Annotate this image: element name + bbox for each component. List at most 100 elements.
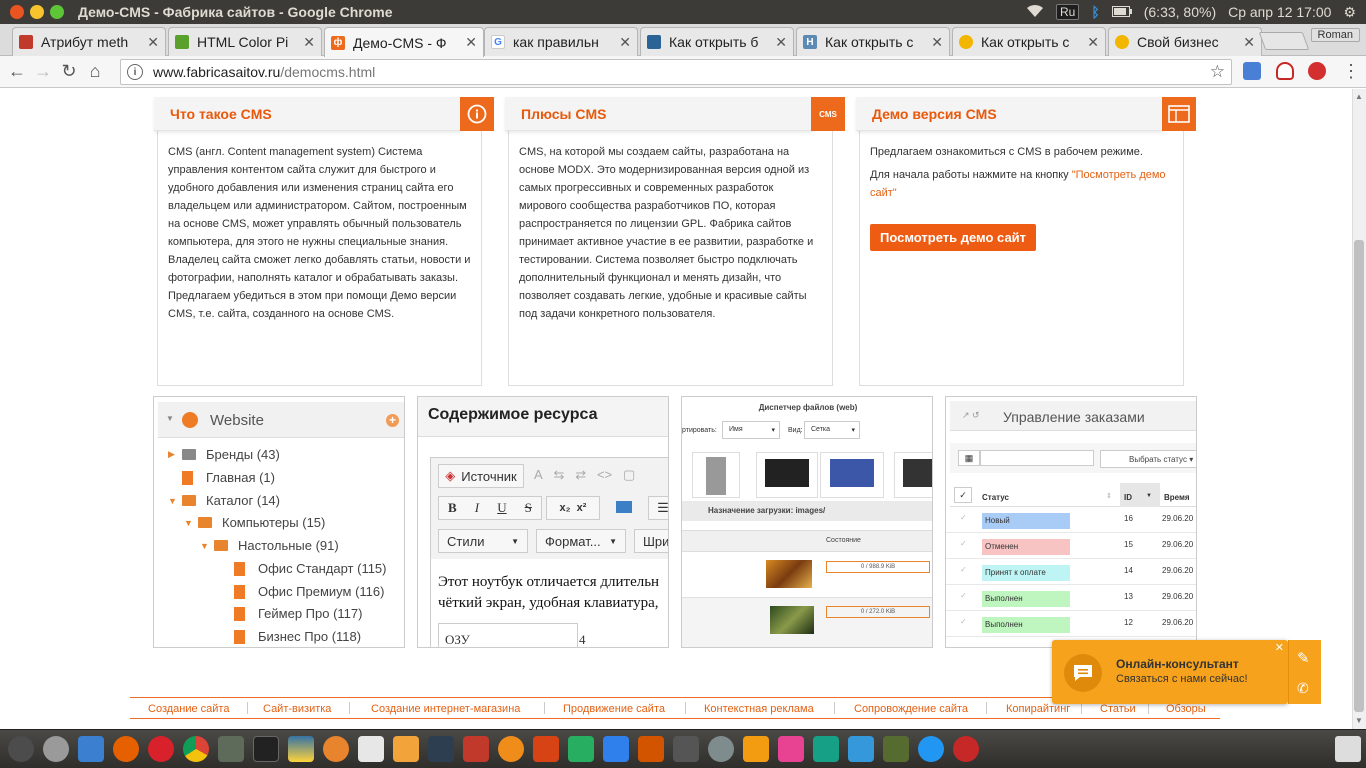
footer-link[interactable]: Обзоры <box>1166 703 1206 715</box>
upload-icon[interactable] <box>953 736 979 762</box>
upload-destination: Назначение загрузки: images/ <box>708 506 826 515</box>
blender-icon[interactable] <box>498 736 524 762</box>
footer-link[interactable]: Сопровождение сайта <box>854 703 968 715</box>
calc-icon[interactable] <box>568 736 594 762</box>
bookmark-star-icon[interactable]: ☆ <box>1210 62 1225 82</box>
address-bar[interactable]: i www.fabricasaitov.ru /democms.html ☆ <box>120 59 1232 85</box>
footer-link[interactable]: Контекстная реклама <box>704 703 814 715</box>
settings-icon[interactable] <box>43 736 69 762</box>
tree-item: ▼ Каталог (14) <box>168 493 280 508</box>
clock[interactable]: Ср апр 12 17:00 <box>1228 4 1331 20</box>
tab-favicon <box>959 35 973 49</box>
download-icon[interactable] <box>918 736 944 762</box>
firefox-icon[interactable] <box>113 736 139 762</box>
wifi-icon[interactable] <box>1026 4 1044 21</box>
footer-link[interactable]: Создание сайта <box>148 703 229 715</box>
translate-extension-icon[interactable] <box>1243 62 1261 80</box>
tab-5[interactable]: Как открыть б ✕ <box>640 27 794 56</box>
tab-title: Атрибут meth <box>41 34 129 50</box>
footer-link[interactable]: Копирайтинг <box>1006 703 1070 715</box>
profile-button[interactable]: Roman <box>1310 28 1360 42</box>
battery-icon[interactable] <box>1111 4 1132 20</box>
close-tab-icon[interactable]: ✕ <box>619 34 631 51</box>
document-icon[interactable] <box>358 736 384 762</box>
demo-link[interactable]: "Посмотреть демо <box>1072 169 1166 181</box>
reload-icon[interactable]: ↻ <box>56 61 82 82</box>
tab-3-active[interactable]: ф Демо-CMS - Ф ✕ <box>324 27 484 57</box>
thumb-laptop <box>820 452 884 498</box>
archive-icon[interactable] <box>743 736 769 762</box>
impress-icon[interactable] <box>638 736 664 762</box>
finder-icon[interactable] <box>78 736 104 762</box>
image-viewer-icon[interactable] <box>813 736 839 762</box>
bluetooth-icon[interactable]: ᛒ <box>1091 4 1099 20</box>
close-tab-icon[interactable]: ✕ <box>1243 34 1255 51</box>
tab-6[interactable]: H Как открыть с ✕ <box>796 27 950 56</box>
footer-link[interactable]: Статьи <box>1100 703 1136 715</box>
shield-extension-icon[interactable] <box>1276 62 1294 80</box>
close-tab-icon[interactable]: ✕ <box>147 34 159 51</box>
calculator-icon[interactable] <box>673 736 699 762</box>
tab-4[interactable]: G как правильн ✕ <box>484 27 638 56</box>
system-tray: Ru ᛒ (6:33, 80%) Ср апр 12 17:00 ⚙ <box>1026 0 1356 24</box>
home-icon[interactable]: ⌂ <box>82 61 108 82</box>
forward-arrow-icon[interactable]: → <box>30 61 56 82</box>
minimize-window-button[interactable] <box>30 5 44 19</box>
tab-favicon <box>1115 35 1129 49</box>
trash-icon[interactable] <box>1335 736 1361 762</box>
close-tab-icon[interactable]: ✕ <box>465 34 477 51</box>
gear-pink-icon[interactable] <box>778 736 804 762</box>
power-gear-icon[interactable]: ⚙ <box>1343 4 1356 21</box>
writer-icon[interactable] <box>603 736 629 762</box>
site-info-icon[interactable]: i <box>127 64 143 80</box>
write-message-icon[interactable]: ✎ <box>1297 649 1310 667</box>
close-tab-icon[interactable]: ✕ <box>775 34 787 51</box>
scrollbar-thumb[interactable] <box>1354 240 1364 712</box>
opera-icon[interactable] <box>148 736 174 762</box>
tab-8[interactable]: Свой бизнес ✕ <box>1108 27 1262 56</box>
maximize-window-button[interactable] <box>50 5 64 19</box>
close-tab-icon[interactable]: ✕ <box>931 34 943 51</box>
upload-thumb <box>770 606 814 634</box>
footer-link[interactable]: Сайт-визитка <box>263 703 331 715</box>
styles-select: Стили ▼ <box>438 529 528 553</box>
shell-icon[interactable] <box>393 736 419 762</box>
close-icon[interactable]: ✕ <box>1275 641 1284 654</box>
tab-2[interactable]: HTML Color Pi ✕ <box>168 27 322 56</box>
close-window-button[interactable] <box>10 5 24 19</box>
scroll-down-icon[interactable]: ▼ <box>1355 716 1363 725</box>
system-settings-icon[interactable] <box>708 736 734 762</box>
chrome-icon[interactable] <box>183 736 209 762</box>
tab-7[interactable]: Как открыть с ✕ <box>952 27 1106 56</box>
footer-link[interactable]: Создание интернет-магазина <box>371 703 520 715</box>
python-icon[interactable] <box>288 736 314 762</box>
close-tab-icon[interactable]: ✕ <box>1087 34 1099 51</box>
adblock-extension-icon[interactable] <box>1308 62 1326 80</box>
battery-status[interactable]: (6:33, 80%) <box>1144 4 1216 20</box>
close-tab-icon[interactable]: ✕ <box>303 34 315 51</box>
view-demo-button[interactable]: Посмотреть демо сайт <box>870 224 1037 251</box>
phone-icon[interactable]: ✆ <box>1297 680 1309 697</box>
gimp-icon[interactable] <box>218 736 244 762</box>
folder-icon[interactable] <box>848 736 874 762</box>
back-arrow-icon[interactable]: ← <box>4 61 30 82</box>
tab-strip: Атрибут meth ✕ HTML Color Pi ✕ ф Демо-CM… <box>0 24 1366 57</box>
online-consultant-widget[interactable]: Онлайн-консультант Связаться с нами сейч… <box>1052 640 1288 704</box>
menu-kebab-icon[interactable]: ⋮ <box>1338 61 1364 82</box>
thumb-server <box>692 452 740 498</box>
new-tab-button[interactable] <box>1258 32 1310 50</box>
page-icon <box>234 606 245 621</box>
x-app-icon[interactable] <box>883 736 909 762</box>
keyboard-layout-indicator[interactable]: Ru <box>1055 4 1080 20</box>
code-editor-icon[interactable] <box>428 736 454 762</box>
launcher-icon[interactable] <box>8 736 34 762</box>
tree-item: ▼ Настольные (91) <box>200 538 339 553</box>
terminal-icon[interactable] <box>253 736 279 762</box>
tab-1[interactable]: Атрибут meth ✕ <box>12 27 166 56</box>
shotwell-icon[interactable] <box>533 736 559 762</box>
footer-link[interactable]: Продвижение сайта <box>563 703 665 715</box>
demo-link-continued[interactable]: сайт" <box>870 184 1180 202</box>
scroll-up-icon[interactable]: ▲ <box>1355 92 1363 101</box>
filezilla-icon[interactable] <box>463 736 489 762</box>
fox-icon[interactable] <box>323 736 349 762</box>
